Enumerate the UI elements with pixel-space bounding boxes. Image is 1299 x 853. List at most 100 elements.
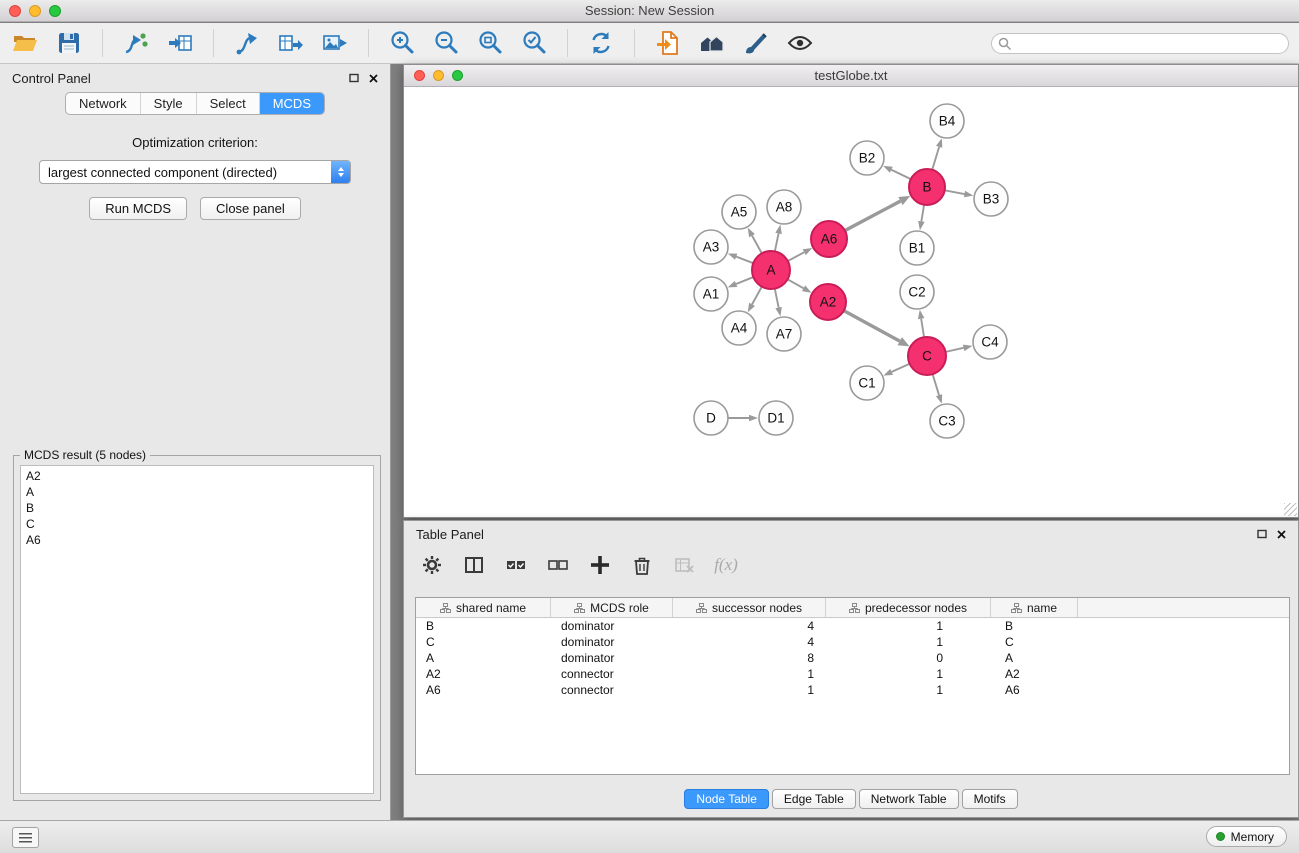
table-cell[interactable]: B: [416, 618, 551, 634]
table-cell[interactable]: A6: [991, 682, 1078, 698]
resize-grip[interactable]: [1284, 503, 1297, 516]
graph-node-A1[interactable]: A1: [694, 277, 728, 311]
close-table-panel-icon[interactable]: [1277, 530, 1286, 539]
table-cell[interactable]: dominator: [551, 634, 673, 650]
graph-node-A4[interactable]: A4: [722, 311, 756, 345]
graph-edge-C-C1[interactable]: [892, 364, 910, 372]
graph-node-C2[interactable]: C2: [900, 275, 934, 309]
table-row[interactable]: Cdominator41C: [416, 634, 1289, 650]
table-cell[interactable]: A6: [416, 682, 551, 698]
result-item[interactable]: A: [26, 484, 373, 500]
graph-node-A3[interactable]: A3: [694, 230, 728, 264]
export-network-icon[interactable]: [232, 28, 262, 58]
add-icon[interactable]: [588, 553, 612, 577]
graph-edge-A6-B[interactable]: [845, 201, 901, 231]
table-cell[interactable]: 8: [673, 650, 826, 666]
tab-node-table[interactable]: Node Table: [684, 789, 769, 809]
tab-mcds[interactable]: MCDS: [259, 93, 324, 114]
column-header-name[interactable]: name: [991, 598, 1078, 617]
table-cell[interactable]: A: [991, 650, 1078, 666]
minimize-window-button[interactable]: [29, 5, 41, 17]
graph-node-B2[interactable]: B2: [850, 141, 884, 175]
table-cell[interactable]: 4: [673, 634, 826, 650]
zoom-out-icon[interactable]: [431, 28, 461, 58]
table-cell[interactable]: C: [416, 634, 551, 650]
result-item[interactable]: A6: [26, 532, 373, 548]
graph-node-A[interactable]: A: [752, 251, 790, 289]
graph-node-C1[interactable]: C1: [850, 366, 884, 400]
table-cell[interactable]: B: [991, 618, 1078, 634]
eye-icon[interactable]: [785, 28, 815, 58]
graph-edge-A-A1[interactable]: [736, 277, 753, 284]
graph-edge-A-A4[interactable]: [752, 287, 762, 305]
table-row[interactable]: A6connector11A6: [416, 682, 1289, 698]
table-cell[interactable]: dominator: [551, 650, 673, 666]
mcds-result-list[interactable]: A2ABCA6: [20, 465, 374, 794]
tab-network[interactable]: Network: [66, 93, 140, 114]
graph-edge-B-B2[interactable]: [891, 170, 910, 179]
column-header-successor-nodes[interactable]: successor nodes: [673, 598, 826, 617]
graph-node-A7[interactable]: A7: [767, 317, 801, 351]
close-window-button[interactable]: [9, 5, 21, 17]
table-row[interactable]: A2connector11A2: [416, 666, 1289, 682]
save-session-icon[interactable]: [54, 28, 84, 58]
columns-icon[interactable]: [462, 553, 486, 577]
import-network-icon[interactable]: [121, 28, 151, 58]
network-maximize-button[interactable]: [452, 70, 463, 81]
home-icon[interactable]: [697, 28, 727, 58]
network-close-button[interactable]: [414, 70, 425, 81]
table-cell[interactable]: 1: [826, 682, 991, 698]
zoom-fit-icon[interactable]: [475, 28, 505, 58]
network-window-titlebar[interactable]: testGlobe.txt: [404, 65, 1298, 87]
tab-style[interactable]: Style: [140, 93, 196, 114]
table-cell[interactable]: connector: [551, 666, 673, 682]
zoom-selected-icon[interactable]: [519, 28, 549, 58]
memory-button[interactable]: Memory: [1206, 826, 1287, 847]
table-row[interactable]: Bdominator41B: [416, 618, 1289, 634]
graph-edge-B-B1[interactable]: [921, 205, 924, 222]
network-canvas[interactable]: B4B2BB3A5A8A6B1A3AC2A1A2A4A7C4CC1C3DD1: [404, 88, 1298, 517]
graph-edge-A2-C[interactable]: [844, 311, 900, 342]
table-cell[interactable]: dominator: [551, 618, 673, 634]
deselect-all-icon[interactable]: [546, 553, 570, 577]
result-item[interactable]: A2: [26, 468, 373, 484]
graph-node-B1[interactable]: B1: [900, 231, 934, 265]
graph-node-D1[interactable]: D1: [759, 401, 793, 435]
float-panel-icon[interactable]: [349, 73, 359, 83]
import-table-icon[interactable]: [165, 28, 195, 58]
task-history-button[interactable]: [12, 827, 39, 848]
tab-select[interactable]: Select: [196, 93, 259, 114]
table-cell[interactable]: A2: [416, 666, 551, 682]
graph-node-D[interactable]: D: [694, 401, 728, 435]
table-cell[interactable]: A: [416, 650, 551, 666]
result-item[interactable]: B: [26, 500, 373, 516]
file-import-icon[interactable]: [653, 28, 683, 58]
tab-network-table[interactable]: Network Table: [859, 789, 959, 809]
graph-edge-A-A3[interactable]: [736, 257, 753, 264]
graph-edge-C-C3[interactable]: [933, 374, 939, 395]
export-image-icon[interactable]: [320, 28, 350, 58]
table-row[interactable]: Adominator80A: [416, 650, 1289, 666]
optimization-criterion-dropdown[interactable]: largest connected component (directed): [39, 160, 351, 184]
run-mcds-button[interactable]: Run MCDS: [89, 197, 187, 220]
export-table-icon[interactable]: [276, 28, 306, 58]
graph-node-A2[interactable]: A2: [810, 284, 846, 320]
graph-node-C3[interactable]: C3: [930, 404, 964, 438]
gear-icon[interactable]: [420, 553, 444, 577]
network-minimize-button[interactable]: [433, 70, 444, 81]
column-header-predecessor-nodes[interactable]: predecessor nodes: [826, 598, 991, 617]
table-cell[interactable]: 4: [673, 618, 826, 634]
graph-edge-A-A7[interactable]: [775, 289, 779, 308]
maximize-window-button[interactable]: [49, 5, 61, 17]
tab-edge-table[interactable]: Edge Table: [772, 789, 856, 809]
graph-node-B3[interactable]: B3: [974, 182, 1008, 216]
table-cell[interactable]: 1: [673, 682, 826, 698]
close-panel-button[interactable]: Close panel: [200, 197, 301, 220]
graph-node-C4[interactable]: C4: [973, 325, 1007, 359]
graph-node-A5[interactable]: A5: [722, 195, 756, 229]
open-session-icon[interactable]: [10, 28, 40, 58]
result-item[interactable]: C: [26, 516, 373, 532]
graph-edge-A-A2[interactable]: [788, 279, 804, 288]
table-cell[interactable]: 1: [826, 666, 991, 682]
column-header-MCDS-role[interactable]: MCDS role: [551, 598, 673, 617]
